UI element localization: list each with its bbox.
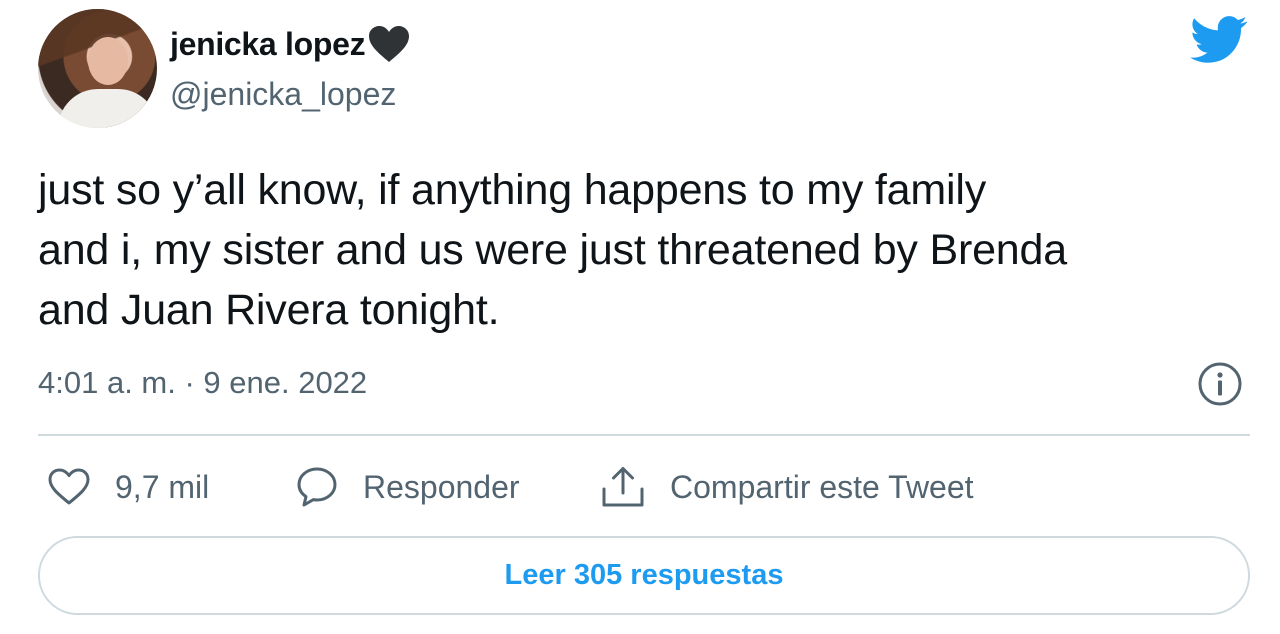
reply-bubble-icon xyxy=(297,467,337,507)
heart-icon xyxy=(48,468,90,505)
reply-label: Responder xyxy=(363,468,520,505)
likes-count: 9,7 mil xyxy=(115,468,210,505)
tweet-text-line: and i, my sister and us were just threat… xyxy=(38,226,1067,274)
twitter-bird-icon[interactable] xyxy=(1190,15,1248,65)
avatar[interactable] xyxy=(38,9,157,128)
info-icon[interactable] xyxy=(1197,361,1243,407)
tweet-text-line: just so y’all know, if anything happens … xyxy=(38,166,987,214)
reply-button[interactable]: Responder xyxy=(295,462,520,512)
share-button[interactable]: Compartir este Tweet xyxy=(600,462,974,512)
author-handle[interactable]: @jenicka_lopez xyxy=(170,76,396,113)
tweet-timestamp[interactable]: 4:01 a. m. · 9 ene. 2022 xyxy=(38,365,367,401)
divider xyxy=(38,434,1250,436)
tweet-text-line: and Juan Rivera tonight. xyxy=(38,286,500,334)
author-name-row[interactable]: jenicka lopez xyxy=(170,24,411,64)
share-upload-icon xyxy=(602,467,644,507)
like-button[interactable]: 9,7 mil xyxy=(47,462,209,512)
tweet-text: just so y’all know, if anything happens … xyxy=(38,160,1258,340)
read-replies-button[interactable]: Leer 305 respuestas xyxy=(38,536,1250,615)
black-heart-icon xyxy=(369,26,410,62)
share-label: Compartir este Tweet xyxy=(670,468,974,505)
author-display-name[interactable]: jenicka lopez xyxy=(170,26,366,63)
read-replies-label: Leer 305 respuestas xyxy=(504,559,784,591)
avatar-face xyxy=(88,37,128,85)
